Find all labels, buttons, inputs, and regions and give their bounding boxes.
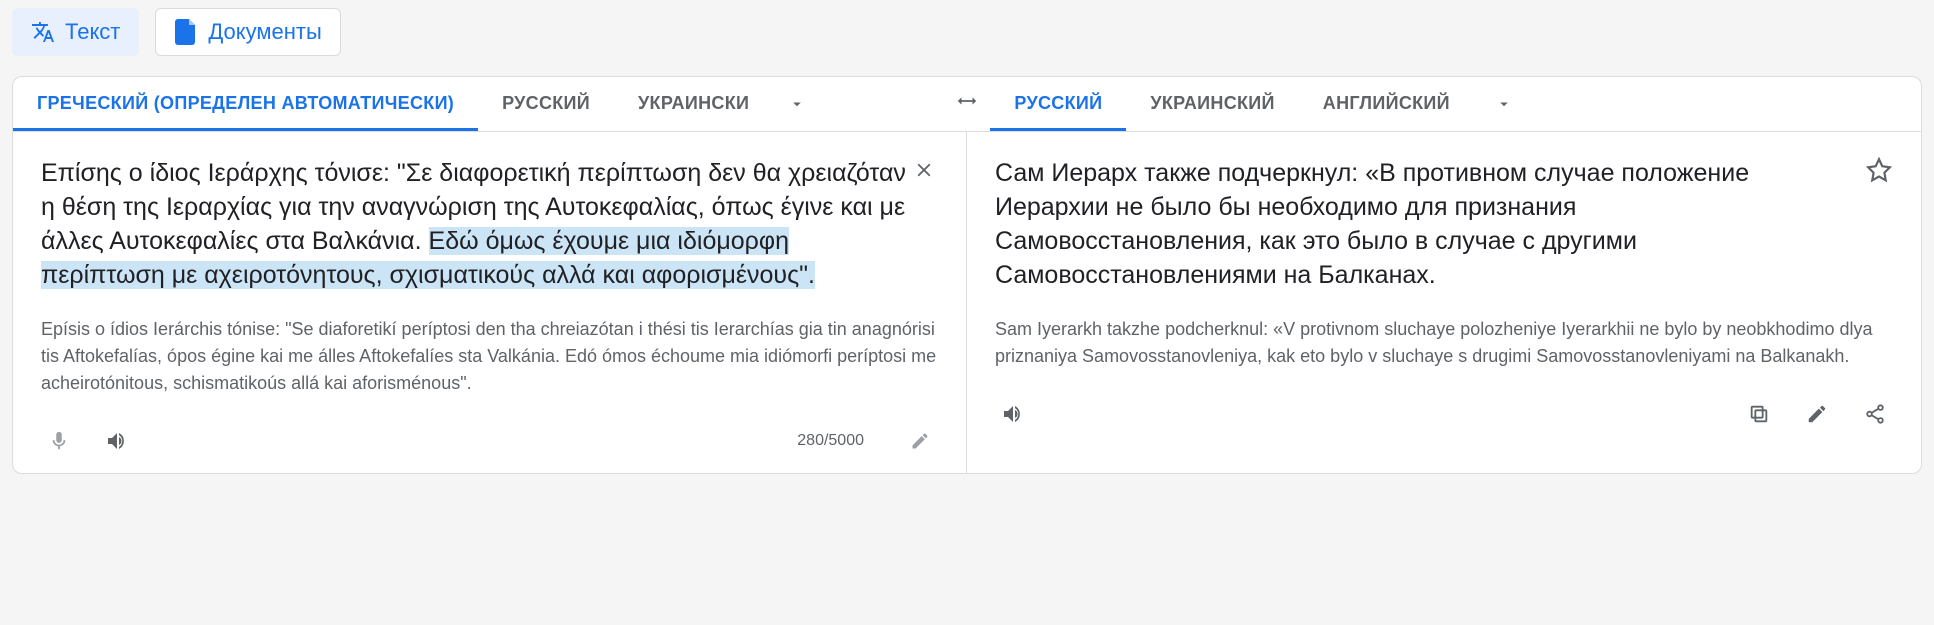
translator-card: ГРЕЧЕСКИЙ (ОПРЕДЕЛЕН АВТОМАТИЧЕСКИ) РУСС… bbox=[12, 76, 1922, 474]
target-transliteration: Sam Iyerarkh takzhe podcherknul: «V prot… bbox=[995, 316, 1893, 370]
source-lang-ukrainian[interactable]: УКРАИНСКИ bbox=[614, 77, 773, 131]
mode-documents-label: Документы bbox=[208, 19, 321, 45]
target-text: Сам Иерарх также подчеркнул: «В противно… bbox=[995, 156, 1835, 292]
mode-documents-button[interactable]: Документы bbox=[155, 8, 340, 56]
mode-tabs: Текст Документы bbox=[0, 0, 1934, 64]
edit-button[interactable] bbox=[1799, 396, 1835, 432]
chevron-down-icon bbox=[1495, 95, 1513, 113]
language-bar: ГРЕЧЕСКИЙ (ОПРЕДЕЛЕН АВТОМАТИЧЕСКИ) РУСС… bbox=[13, 77, 1921, 132]
pencil-icon bbox=[910, 431, 930, 451]
swap-languages-button[interactable] bbox=[944, 77, 991, 125]
source-lang-detected[interactable]: ГРЕЧЕСКИЙ (ОПРЕДЕЛЕН АВТОМАТИЧЕСКИ) bbox=[13, 77, 478, 131]
target-pane: Сам Иерарх также подчеркнул: «В противно… bbox=[967, 132, 1921, 473]
char-count: 280/5000 bbox=[797, 432, 864, 450]
close-icon bbox=[913, 159, 935, 181]
target-lang-russian[interactable]: РУССКИЙ bbox=[990, 77, 1126, 131]
target-lang-side: РУССКИЙ УКРАИНСКИЙ АНГЛИЙСКИЙ bbox=[990, 77, 1921, 131]
copy-button[interactable] bbox=[1741, 396, 1777, 432]
star-icon bbox=[1866, 157, 1892, 183]
copy-icon bbox=[1748, 403, 1770, 425]
source-lang-more[interactable] bbox=[773, 80, 821, 128]
chevron-down-icon bbox=[788, 95, 806, 113]
share-button[interactable] bbox=[1857, 396, 1893, 432]
listen-target-button[interactable] bbox=[995, 396, 1031, 432]
swap-icon bbox=[956, 90, 978, 112]
document-icon bbox=[174, 20, 198, 44]
panes: Επίσης ο ίδιος Ιεράρχης τόνισε: "Σε διαφ… bbox=[13, 132, 1921, 473]
source-lang-russian[interactable]: РУССКИЙ bbox=[478, 77, 614, 131]
save-translation-button[interactable] bbox=[1859, 150, 1899, 190]
mic-button[interactable] bbox=[41, 423, 77, 459]
speaker-icon bbox=[1001, 402, 1025, 426]
speaker-icon bbox=[105, 429, 129, 453]
target-footer bbox=[995, 396, 1893, 432]
translate-icon bbox=[31, 20, 55, 44]
source-pane: Επίσης ο ίδιος Ιεράρχης τόνισε: "Σε διαφ… bbox=[13, 132, 967, 473]
source-text[interactable]: Επίσης ο ίδιος Ιεράρχης τόνισε: "Σε διαφ… bbox=[41, 156, 911, 292]
target-lang-ukrainian[interactable]: УКРАИНСКИЙ bbox=[1126, 77, 1298, 131]
source-lang-side: ГРЕЧЕСКИЙ (ОПРЕДЕЛЕН АВТОМАТИЧЕСКИ) РУСС… bbox=[13, 77, 944, 131]
source-footer: 280/5000 bbox=[41, 423, 938, 459]
mic-icon bbox=[48, 430, 70, 452]
listen-source-button[interactable] bbox=[99, 423, 135, 459]
pencil-icon bbox=[1806, 403, 1828, 425]
mode-text-button[interactable]: Текст bbox=[12, 8, 139, 56]
source-transliteration: Epísis o ídios Ierárchis tónise: "Se dia… bbox=[41, 316, 938, 397]
keyboard-button[interactable] bbox=[902, 423, 938, 459]
target-lang-more[interactable] bbox=[1480, 80, 1528, 128]
mode-text-label: Текст bbox=[65, 19, 120, 45]
target-lang-english[interactable]: АНГЛИЙСКИЙ bbox=[1299, 77, 1474, 131]
clear-source-button[interactable] bbox=[904, 150, 944, 190]
share-icon bbox=[1864, 403, 1886, 425]
